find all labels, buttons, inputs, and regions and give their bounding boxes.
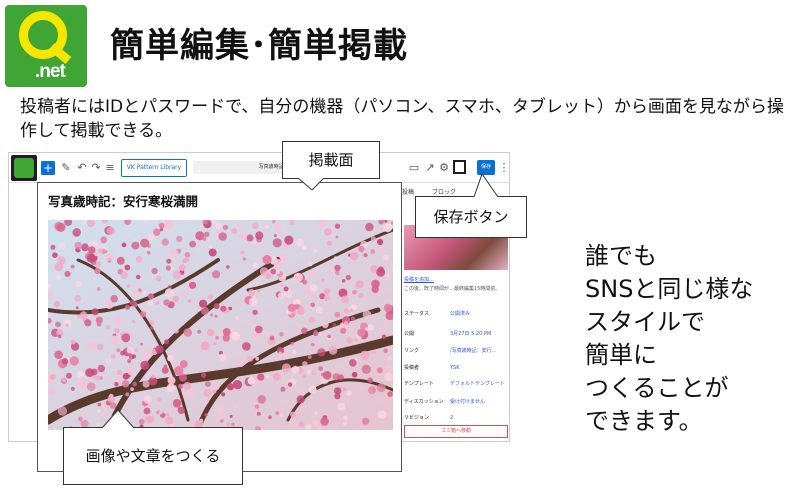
logo-text: .net (35, 61, 66, 82)
callout-pointer (297, 178, 325, 191)
callout-display-area: 掲載面 (282, 141, 380, 179)
pen-icon[interactable]: ✎ (59, 160, 73, 176)
callout-save-button: 保存ボタン (415, 196, 527, 238)
side-message: 誰でも SNSと同じ様な スタイルで 簡単に つくることが できます。 (585, 242, 754, 435)
intro-text: 投稿者にはIDとパスワードで、自分の機器（パソコン、スマホ、タブレット）から画面… (20, 97, 784, 141)
cherry-blossom-icon (48, 220, 393, 430)
list-view-icon[interactable]: ≡ (103, 160, 117, 176)
redo-icon[interactable]: ↷ (89, 160, 103, 176)
vk-pattern-library-button[interactable]: VK Pattern Library (121, 159, 187, 177)
editor-toolbar: + ✎ ↶ ↷ ≡ VK Pattern Library 写真歳時記：安行...… (9, 153, 509, 183)
featured-image-link[interactable]: 投稿を追加… (404, 276, 434, 283)
settings-icon[interactable]: ⚙ (437, 160, 451, 176)
cherry-blossom-photo (48, 220, 393, 430)
plus-icon[interactable]: + (41, 161, 55, 175)
sidebar-toggle-icon[interactable] (453, 160, 466, 174)
q-net-logo: .net (5, 5, 87, 87)
site-logo-icon[interactable] (11, 155, 37, 181)
tab-post[interactable]: 投稿 (402, 187, 414, 196)
desktop-preview-icon[interactable]: ▭ (407, 160, 421, 176)
external-view-icon[interactable]: ↗ (423, 160, 437, 176)
sidebar-row-revision[interactable]: リビジョン 2 (404, 415, 508, 425)
page-title: 簡単編集･簡単掲載 (110, 26, 408, 66)
post-title: 写真歳時記：安行寒桜満開 (48, 194, 199, 209)
post-summary: この後、既了時間が…最終編集15時間前。 (404, 286, 501, 292)
undo-icon[interactable]: ↶ (75, 160, 89, 176)
trash-button[interactable]: ゴミ箱へ移動 (404, 425, 508, 438)
callout-pointer (473, 172, 499, 198)
callout-create-content: 画像や文章をつくる (63, 427, 243, 485)
tab-block[interactable]: ブロック (432, 187, 456, 196)
callout-pointer (101, 409, 135, 429)
